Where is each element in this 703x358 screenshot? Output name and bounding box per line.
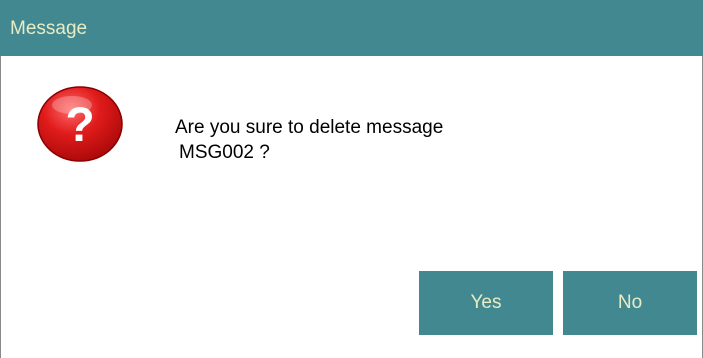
dialog-title: Message <box>10 18 88 39</box>
yes-button[interactable]: Yes <box>419 271 553 335</box>
message-line-1: Are you sure to delete message <box>175 117 444 138</box>
question-icon: ? <box>37 86 123 162</box>
dialog-message: Are you sure to delete message MSG002 ? <box>175 115 443 165</box>
dialog-title-bar[interactable]: Message <box>0 0 703 56</box>
message-dialog: Message ? Are you sure to delete message… <box>0 0 703 358</box>
svg-text:?: ? <box>65 99 94 152</box>
no-button[interactable]: No <box>563 271 697 335</box>
message-line-2: MSG002 ? <box>179 142 270 163</box>
